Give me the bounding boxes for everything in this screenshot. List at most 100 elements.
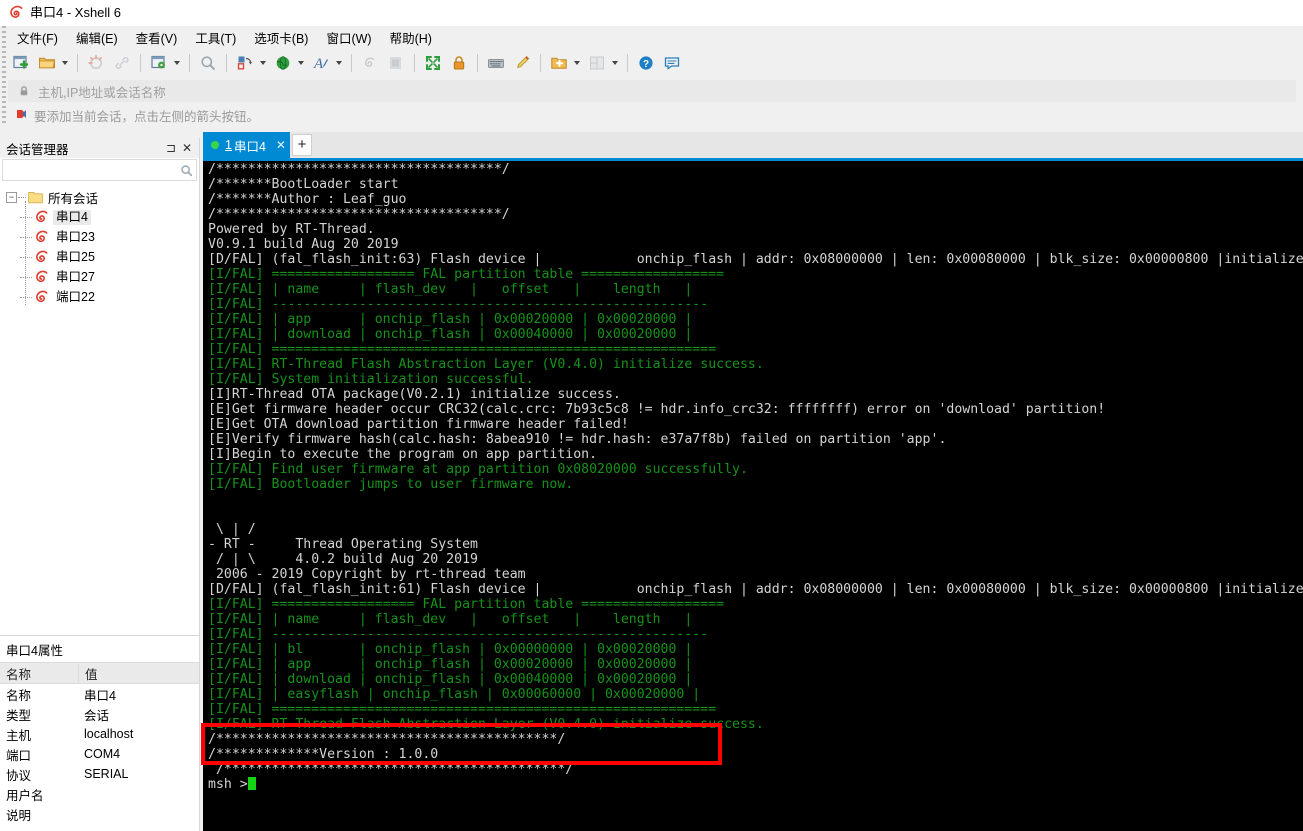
menu-tools[interactable]: 工具(T): [186, 26, 245, 49]
terminal-line: [I/FAL] ================================…: [208, 702, 717, 717]
terminal-prompt[interactable]: msh >: [208, 777, 1303, 792]
globe-encoding-icon[interactable]: [271, 51, 295, 75]
terminal-line: [D/FAL] (fal_flash_init:63) Flash device…: [208, 252, 1303, 267]
terminal-line: [I/FAL] RT-Thread Flash Abstraction Laye…: [208, 717, 764, 732]
toolbar-separator: [540, 54, 541, 72]
tree-expander-icon[interactable]: −: [6, 191, 17, 203]
copy-session-icon: [384, 51, 408, 75]
terminal-output[interactable]: /************************************/ /*…: [203, 158, 1303, 831]
tree-root-all-sessions[interactable]: − 所有会话: [0, 187, 199, 207]
add-note-icon[interactable]: [547, 51, 571, 75]
terminal-active-indicator: [203, 158, 1303, 161]
dropdown-caret-icon[interactable]: [172, 51, 182, 75]
toolbar-separator: [627, 54, 628, 72]
session-manager-title: 会话管理器: [6, 142, 69, 157]
disconnect-icon: [84, 51, 108, 75]
address-input[interactable]: 主机,IP地址或会话名称: [38, 82, 166, 101]
property-name: 名称: [6, 688, 32, 703]
toolbar-grip: [2, 26, 6, 126]
tree-connector: [20, 236, 32, 238]
terminal-line: [I/FAL] | app | onchip_flash | 0x0002000…: [208, 312, 693, 327]
toolbar-separator: [414, 54, 415, 72]
session-manager-header: 会话管理器 ⊐ ✕: [0, 138, 199, 158]
terminal-line: [I/FAL] ================== FAL partition…: [208, 267, 725, 282]
terminal-line: [I/FAL] --------------------------------…: [208, 627, 709, 642]
properties-col-name: 名称: [6, 667, 32, 682]
toolbar-separator: [189, 54, 190, 72]
properties-col-value: 值: [78, 663, 199, 683]
session-icon: [34, 250, 49, 265]
terminal-line: V0.9.1 build Aug 20 2019: [208, 237, 399, 252]
address-bar[interactable]: 主机,IP地址或会话名称: [8, 80, 1296, 102]
session-icon: [34, 230, 49, 245]
svg-text:?: ?: [643, 59, 649, 70]
dropdown-caret-icon[interactable]: [610, 51, 620, 75]
xshell-window: 串口4 - Xshell 6 文件(F) 编辑(E) 查看(V) 工具(T) 选…: [0, 0, 1303, 831]
close-icon[interactable]: ✕: [179, 140, 195, 156]
layout-icon: [585, 51, 609, 75]
terminal-line: /***************************************…: [208, 762, 574, 777]
properties-row: 名称 串口4: [0, 684, 199, 704]
property-value: SERIAL: [84, 767, 129, 781]
property-value: 会话: [84, 708, 110, 723]
session-icon: [34, 270, 49, 285]
toolbar-separator: [351, 54, 352, 72]
property-name: 主机: [6, 728, 32, 743]
menu-file[interactable]: 文件(F): [8, 26, 67, 49]
property-name: 说明: [6, 808, 32, 823]
property-name: 协议: [6, 768, 32, 783]
toolbar-separator: [77, 54, 78, 72]
pin-icon[interactable]: ⊐: [163, 140, 179, 156]
dropdown-caret-icon[interactable]: [572, 51, 582, 75]
highlight-pen-icon[interactable]: [510, 51, 534, 75]
xshell-logo-icon: [8, 5, 24, 21]
lock-icon: [14, 85, 34, 97]
tab-strip: 1 串口4 ✕ +: [203, 132, 1303, 158]
terminal-line: [E]Verify firmware hash(calc.hash: 8abea…: [208, 432, 947, 447]
menu-view[interactable]: 查看(V): [127, 26, 187, 49]
terminal-line: [E]Get firmware header occur CRC32(calc.…: [208, 402, 1106, 417]
menu-window[interactable]: 窗口(W): [317, 26, 380, 49]
chat-icon[interactable]: [660, 51, 684, 75]
dropdown-caret-icon[interactable]: [258, 51, 268, 75]
keyboard-icon[interactable]: [484, 51, 508, 75]
find-icon[interactable]: [196, 51, 220, 75]
dropdown-caret-icon[interactable]: [334, 51, 344, 75]
terminal-line: / | \ 4.0.2 build Aug 20 2019: [208, 552, 478, 567]
property-name: 端口: [6, 748, 32, 763]
session-item-4[interactable]: 端口22: [0, 287, 199, 307]
terminal-line: /************************************/: [208, 162, 510, 177]
session-search-box[interactable]: [2, 159, 197, 181]
help-icon[interactable]: ?: [634, 51, 658, 75]
session-properties-icon[interactable]: [147, 51, 171, 75]
menu-tab[interactable]: 选项卡(B): [245, 26, 317, 49]
terminal-line: [I/FAL] | easyflash | onchip_flash | 0x0…: [208, 687, 701, 702]
terminal-line: [I/FAL] ================================…: [208, 342, 717, 357]
close-icon[interactable]: ✕: [276, 138, 286, 152]
session-properties-panel: 串口4属性 名称 值 名称 串口4 类型 会话 主机 localhost 端口 …: [0, 635, 200, 831]
tree-connector: [20, 296, 32, 298]
transfer-icon[interactable]: [233, 51, 257, 75]
menu-help[interactable]: 帮助(H): [381, 26, 441, 49]
terminal-line: /***************************************…: [208, 732, 566, 747]
reconnect-icon: [358, 51, 382, 75]
terminal-line: [I/FAL] --------------------------------…: [208, 297, 709, 312]
session-item-3[interactable]: 串口27: [0, 267, 199, 287]
lock-icon[interactable]: [447, 51, 471, 75]
terminal-line: /*************Version : 1.0.0: [208, 747, 439, 762]
terminal-line: - RT - Thread Operating System: [208, 537, 478, 552]
search-icon[interactable]: [176, 164, 196, 177]
new-tab-button[interactable]: +: [291, 134, 312, 156]
session-item-0[interactable]: 串口4: [0, 207, 199, 227]
font-icon[interactable]: A: [309, 51, 333, 75]
dropdown-caret-icon[interactable]: [296, 51, 306, 75]
new-session-icon[interactable]: [9, 51, 33, 75]
fullscreen-icon[interactable]: [421, 51, 445, 75]
open-folder-icon[interactable]: [35, 51, 59, 75]
dropdown-caret-icon[interactable]: [60, 51, 70, 75]
menu-edit[interactable]: 编辑(E): [67, 26, 127, 49]
session-item-2[interactable]: 串口25: [0, 247, 199, 267]
session-item-1[interactable]: 串口23: [0, 227, 199, 247]
tab-serial-port-4[interactable]: 1 串口4 ✕: [203, 132, 290, 158]
hint-bar: 要添加当前会话，点击左侧的箭头按钮。: [8, 104, 1296, 126]
